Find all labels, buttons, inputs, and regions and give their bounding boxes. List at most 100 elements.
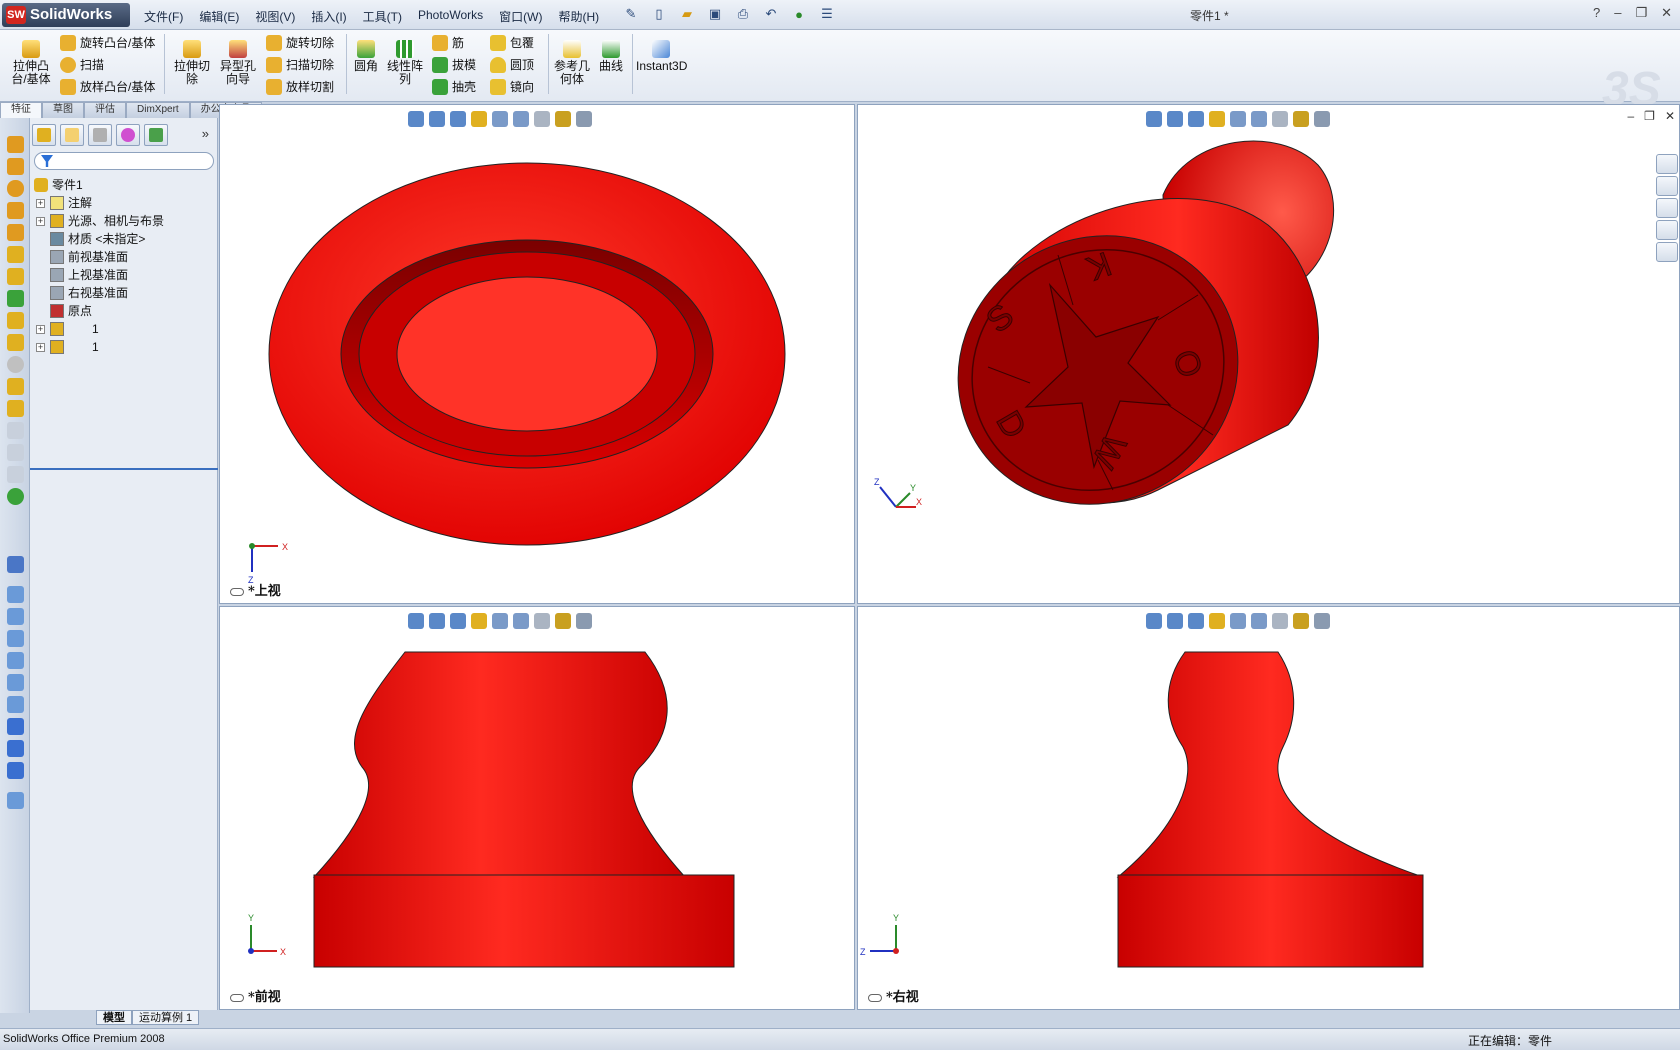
tab-configuration-manager[interactable] xyxy=(88,124,112,146)
expand-panel-icon[interactable]: » xyxy=(202,126,209,141)
view-right-icon[interactable] xyxy=(7,652,24,669)
viewport-isometric[interactable]: – ❐ ✕ S K O W D Z Y X xyxy=(857,104,1680,604)
expand-toggle-icon[interactable]: + xyxy=(36,343,45,352)
sweep-button[interactable]: 扫描 xyxy=(58,56,104,74)
tree-item[interactable]: 右视基准面 xyxy=(32,284,216,302)
help-icon[interactable]: ? xyxy=(1593,5,1600,21)
tab-features[interactable]: 特征 xyxy=(0,102,42,118)
sweep-cut-button[interactable]: 扫描切除 xyxy=(264,56,334,74)
tree-item[interactable]: + 光源、相机与布景 xyxy=(32,212,216,230)
expand-toggle-icon[interactable]: + xyxy=(36,199,45,208)
draft-button[interactable]: 拔模 xyxy=(430,56,476,74)
fillet-tool-icon[interactable] xyxy=(7,290,24,307)
viewport-front[interactable]: X Y *前视 xyxy=(219,606,855,1010)
menu-help[interactable]: 帮助(H) xyxy=(550,6,607,27)
tree-item[interactable]: 材质 <未指定> xyxy=(32,230,216,248)
rib-button[interactable]: 筋 xyxy=(430,34,464,52)
view-trimetric-icon[interactable] xyxy=(7,740,24,757)
sweep-tool-icon[interactable] xyxy=(7,180,24,197)
menu-photoworks[interactable]: PhotoWorks xyxy=(410,6,491,27)
loft-boss-button[interactable]: 放样凸台/基体 xyxy=(58,78,155,96)
view-left-icon[interactable] xyxy=(7,630,24,647)
tab-model[interactable]: 模型 xyxy=(96,1010,132,1025)
extrude-boss-button[interactable]: 拉伸凸 台/基体 xyxy=(10,40,52,86)
loft-cut-button[interactable]: 放样切割 xyxy=(264,78,334,96)
view-dimetric-icon[interactable] xyxy=(7,762,24,779)
hole-wizard-button[interactable]: 异型孔 向导 xyxy=(218,40,258,86)
curves-button[interactable]: 曲线 xyxy=(596,40,626,73)
minimize-icon[interactable]: – xyxy=(1614,5,1621,21)
view-top-icon[interactable] xyxy=(7,674,24,691)
tree-item[interactable]: 前视基准面 xyxy=(32,248,216,266)
viewport-right[interactable]: Z Y *右视 xyxy=(857,606,1680,1010)
tree-item[interactable]: 原点 xyxy=(32,302,216,320)
options-icon[interactable]: ☰ xyxy=(816,4,838,24)
cut-tool-icon[interactable] xyxy=(7,224,24,241)
view-isometric-icon[interactable] xyxy=(7,718,24,735)
tab-dimxpert[interactable]: DimXpert xyxy=(126,102,190,118)
extrude-cut-button[interactable]: 拉伸切 除 xyxy=(172,40,212,86)
shell-tool-icon[interactable] xyxy=(7,312,24,329)
file-explorer-icon[interactable] xyxy=(1656,198,1678,218)
rollback-bar[interactable] xyxy=(30,468,218,470)
menu-window[interactable]: 窗口(W) xyxy=(491,6,550,27)
menu-tools[interactable]: 工具(T) xyxy=(355,6,410,27)
menu-insert[interactable]: 插入(I) xyxy=(303,6,354,27)
mirror-button[interactable]: 镜向 xyxy=(488,78,534,96)
restore-icon[interactable]: ❐ xyxy=(1635,5,1647,21)
save-icon[interactable]: ▣ xyxy=(704,4,726,24)
pin-icon[interactable]: ✎ xyxy=(620,4,642,24)
deform-tool-icon[interactable] xyxy=(7,356,24,373)
tab-sketch[interactable]: 草图 xyxy=(42,102,84,118)
instant3d-button[interactable]: Instant3D xyxy=(636,40,687,73)
wizard-tool-icon[interactable] xyxy=(7,246,24,263)
solidworks-resources-icon[interactable] xyxy=(1656,154,1678,174)
curve-tool-icon[interactable] xyxy=(7,488,24,505)
menu-edit[interactable]: 编辑(E) xyxy=(191,6,247,27)
view-bottom-icon[interactable] xyxy=(7,696,24,713)
menu-file[interactable]: 文件(F) xyxy=(136,6,191,27)
view-palette-icon[interactable] xyxy=(1656,220,1678,240)
design-library-icon[interactable] xyxy=(1656,176,1678,196)
fillet-button[interactable]: 圆角 xyxy=(352,40,380,73)
viewport-top[interactable]: X Z *上视 xyxy=(219,104,855,604)
revolve-cut-button[interactable]: 旋转切除 xyxy=(264,34,334,52)
tree-item[interactable]: 上视基准面 xyxy=(32,266,216,284)
view-front-icon[interactable] xyxy=(7,586,24,603)
tab-property-manager[interactable] xyxy=(60,124,84,146)
link-views-icon[interactable] xyxy=(7,792,24,809)
solidworks-logo[interactable]: SW SolidWorks xyxy=(2,3,130,27)
appearances-icon[interactable] xyxy=(1656,242,1678,262)
open-folder-icon[interactable]: ▰ xyxy=(676,4,698,24)
dome-tool-icon[interactable] xyxy=(7,400,24,417)
tree-item[interactable]: + 注解 xyxy=(32,194,216,212)
tab-feature-tree[interactable] xyxy=(32,124,56,146)
menu-view[interactable]: 视图(V) xyxy=(247,6,303,27)
wrap-button[interactable]: 包覆 xyxy=(488,34,534,52)
tab-motion-study[interactable]: 运动算例 1 xyxy=(132,1010,200,1025)
tree-filter-input[interactable] xyxy=(34,152,214,170)
tab-evaluate[interactable]: 评估 xyxy=(84,102,126,118)
tree-root[interactable]: 零件1 xyxy=(32,176,216,194)
rib-tool-icon[interactable] xyxy=(7,334,24,351)
revolve-tool-icon[interactable] xyxy=(7,158,24,175)
tree-item[interactable]: +1 xyxy=(32,338,216,356)
extrude-tool-icon[interactable] xyxy=(7,136,24,153)
print-icon[interactable]: ⎙ xyxy=(732,4,754,24)
dome-button[interactable]: 圆顶 xyxy=(488,56,534,74)
normal-to-icon[interactable] xyxy=(7,556,24,573)
tab-dimxpert-manager[interactable] xyxy=(116,124,140,146)
wrap-tool-icon[interactable] xyxy=(7,378,24,395)
revolve-boss-button[interactable]: 旋转凸台/基体 xyxy=(58,34,155,52)
view-back-icon[interactable] xyxy=(7,608,24,625)
reference-geometry-button[interactable]: 参考几 何体 xyxy=(554,40,590,86)
tab-display-manager[interactable] xyxy=(144,124,168,146)
undo-icon[interactable]: ↶ xyxy=(760,4,782,24)
plane-tool-icon[interactable] xyxy=(7,268,24,285)
shell-button[interactable]: 抽壳 xyxy=(430,78,476,96)
rebuild-icon[interactable]: ● xyxy=(788,4,810,24)
loft-tool-icon[interactable] xyxy=(7,202,24,219)
expand-toggle-icon[interactable]: + xyxy=(36,325,45,334)
linear-pattern-button[interactable]: 线性阵 列 xyxy=(386,40,424,86)
close-icon[interactable]: ✕ xyxy=(1661,5,1672,21)
